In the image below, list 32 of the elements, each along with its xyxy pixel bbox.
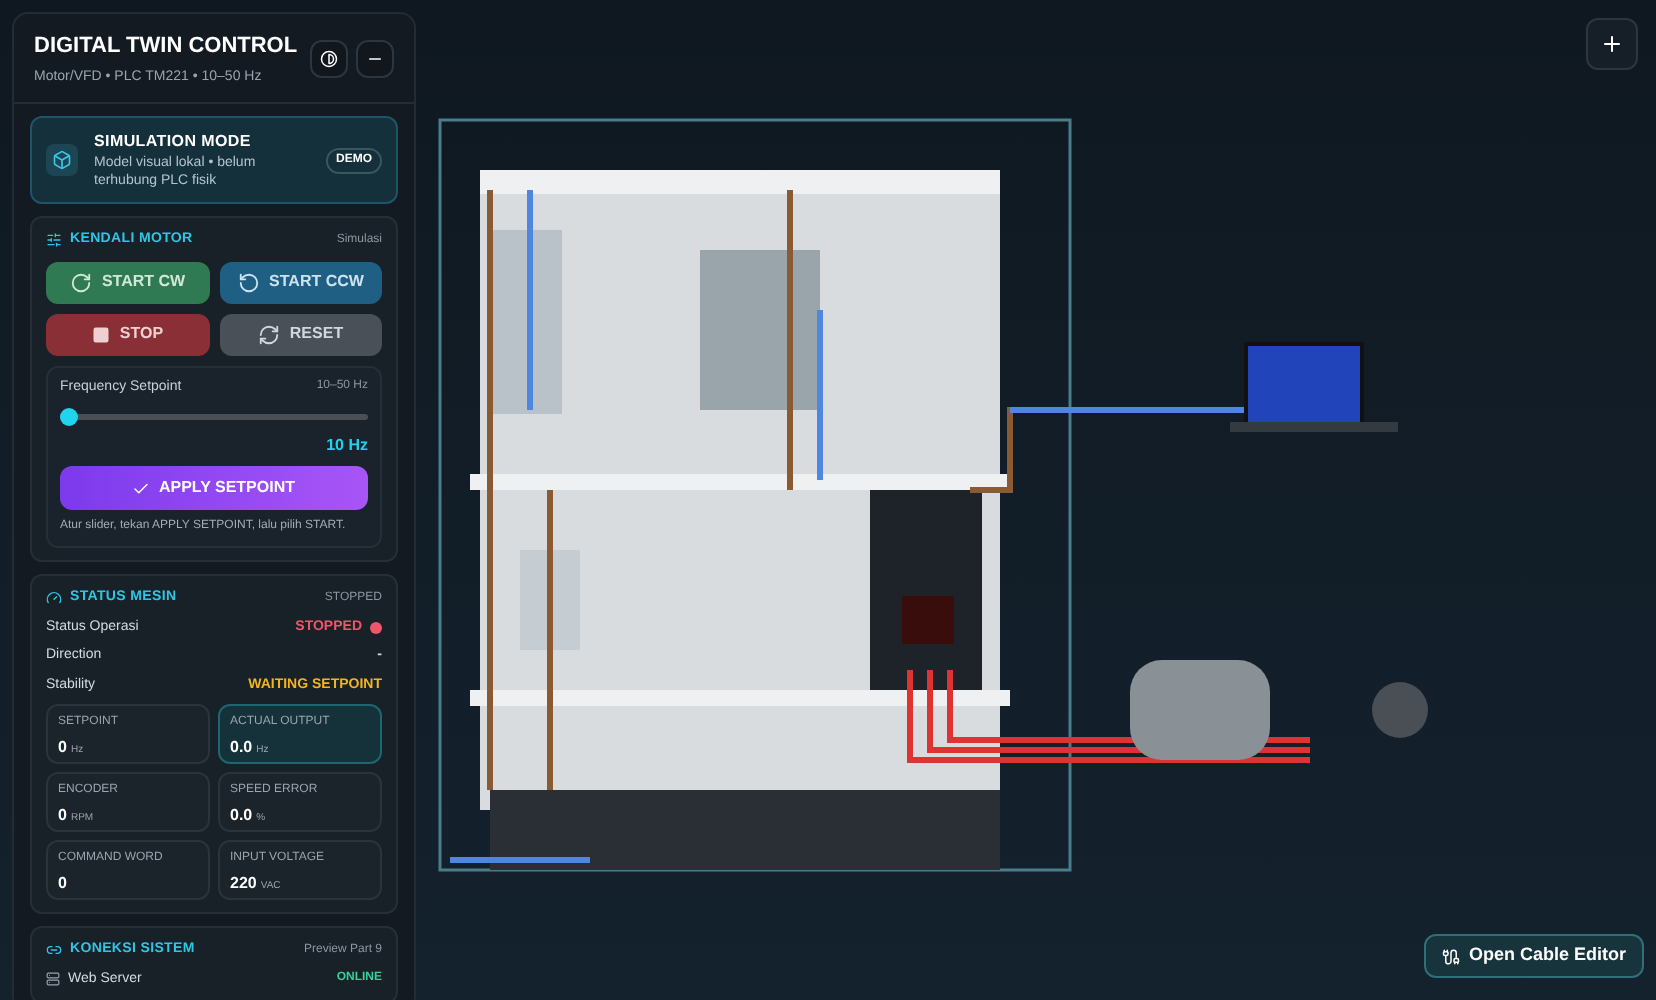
rotate-clockwise-icon bbox=[69, 271, 92, 293]
apply-setpoint-button[interactable]: APPLY SETPOINT bbox=[60, 466, 368, 510]
frequency-reading: 10 Hz bbox=[326, 434, 368, 458]
metric-value: 0 bbox=[58, 872, 67, 896]
motor-command-button[interactable]: START CW bbox=[46, 261, 209, 303]
metric-value: 0 bbox=[58, 804, 67, 828]
motor-command-button[interactable]: RESET bbox=[219, 313, 382, 355]
contrast-icon bbox=[320, 50, 338, 68]
metric-value: 0.0 bbox=[230, 804, 253, 828]
slider-thumb[interactable] bbox=[60, 407, 78, 425]
cube-icon bbox=[46, 144, 78, 176]
check-icon bbox=[132, 479, 151, 497]
gauge-icon bbox=[46, 590, 62, 607]
motor-command-button[interactable]: START CCW bbox=[219, 261, 382, 303]
open-cable-editor-button[interactable]: Open Cable Editor bbox=[1424, 934, 1644, 978]
metric-value: 0 bbox=[58, 736, 67, 760]
add-button[interactable] bbox=[1586, 18, 1638, 70]
metric-value: 0.0 bbox=[230, 736, 253, 760]
sliders-icon bbox=[46, 232, 62, 249]
server-icon bbox=[46, 972, 60, 987]
rotate-counterclockwise-icon bbox=[237, 271, 260, 293]
cable-icon bbox=[1442, 947, 1461, 965]
motor-command-button[interactable]: STOP bbox=[46, 313, 209, 355]
link-icon bbox=[46, 942, 62, 959]
simulation-title: SIMULATION MODE bbox=[94, 130, 253, 154]
stop-icon bbox=[91, 325, 110, 343]
metric-value: 220 bbox=[230, 872, 257, 896]
refresh-icon bbox=[257, 323, 280, 345]
theme-toggle-button[interactable] bbox=[310, 40, 348, 78]
frequency-slider[interactable] bbox=[60, 406, 368, 426]
panel-title: DIGITAL TWIN CONTROL bbox=[34, 32, 298, 62]
plus-icon bbox=[1600, 32, 1624, 56]
